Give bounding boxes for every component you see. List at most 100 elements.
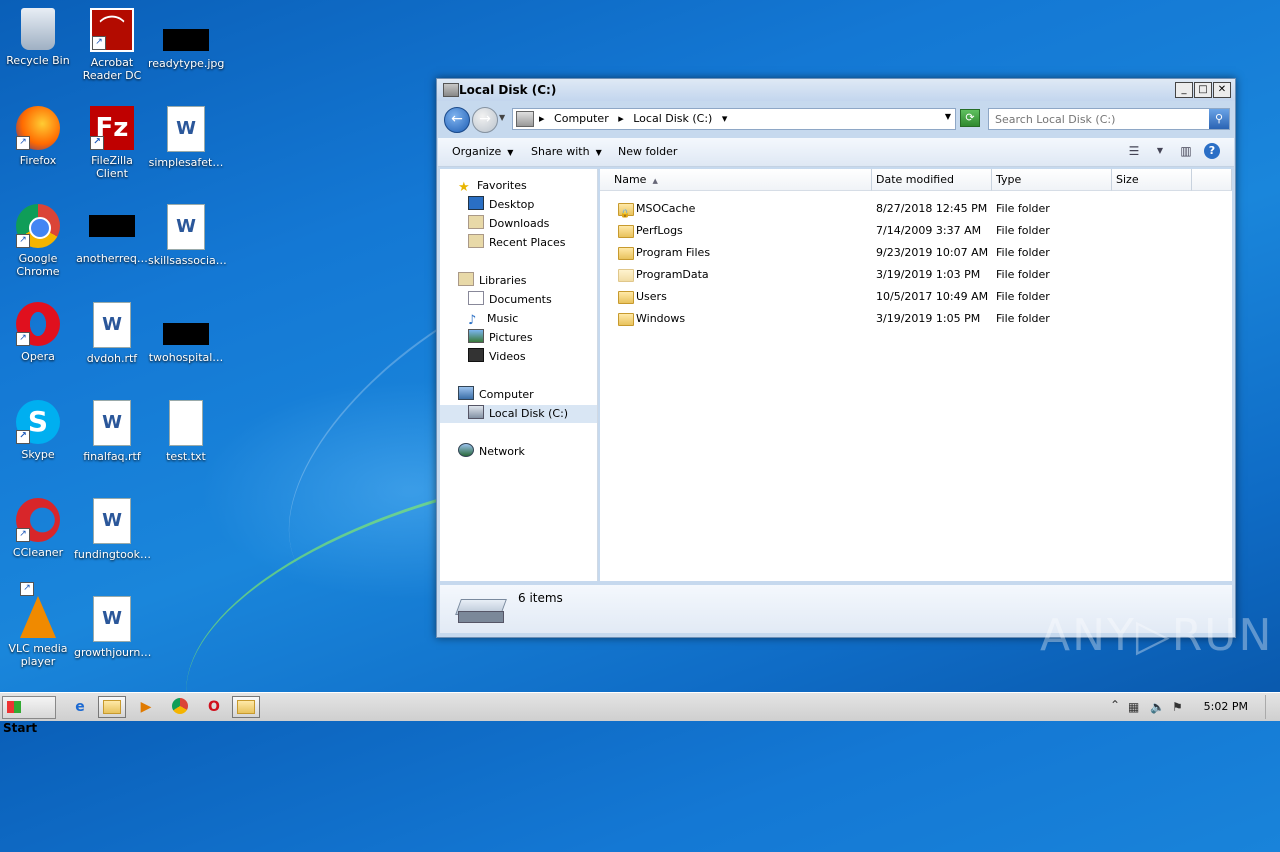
firefox-icon: ↗ bbox=[16, 106, 60, 150]
view-options-dropdown[interactable]: ▼ bbox=[1152, 144, 1168, 158]
back-button[interactable]: ← bbox=[444, 107, 470, 133]
desktop-icon-file[interactable]: W finalfaq.rtf bbox=[74, 400, 150, 463]
file-date: 10/5/2017 10:49 AM bbox=[876, 290, 989, 303]
show-desktop-button[interactable] bbox=[1265, 695, 1280, 719]
desktop-icon-file[interactable]: twohospital… bbox=[148, 302, 224, 364]
column-label: Size bbox=[1116, 173, 1139, 186]
forward-button[interactable]: → bbox=[472, 107, 498, 133]
explorer-window[interactable]: Local Disk (C:) _ □ ✕ ← → ▼ ▸ Computer ▸… bbox=[436, 78, 1236, 638]
column-header-size[interactable]: Size bbox=[1112, 169, 1192, 191]
desktop-icon bbox=[468, 196, 484, 210]
help-icon[interactable]: ? bbox=[1204, 143, 1220, 159]
watermark: ANY▷RUN bbox=[1040, 610, 1274, 661]
desktop-icon-skype[interactable]: S ↗ Skype bbox=[0, 400, 76, 461]
close-button[interactable]: ✕ bbox=[1213, 82, 1231, 98]
desktop-icon-file[interactable]: W fundingtook… bbox=[74, 498, 151, 561]
refresh-button[interactable]: ⟳ bbox=[960, 109, 980, 127]
file-name: ProgramData bbox=[636, 268, 709, 281]
address-dropdown-icon[interactable]: ▼ bbox=[945, 112, 951, 121]
file-row[interactable]: Windows 3/19/2019 1:05 PM File folder bbox=[600, 308, 1200, 330]
windows-logo-icon bbox=[7, 701, 21, 713]
breadcrumb-separator-icon[interactable]: ▸ bbox=[539, 112, 545, 125]
file-name: Users bbox=[636, 290, 667, 303]
desktop-icon-label: Skype bbox=[21, 448, 55, 461]
desktop-icon-file[interactable]: W skillsassocia… bbox=[148, 204, 227, 267]
column-header-name[interactable]: Name ▲ bbox=[600, 169, 872, 191]
maximize-button[interactable]: □ bbox=[1194, 82, 1212, 98]
opera-icon[interactable]: O bbox=[200, 696, 228, 718]
desktop-icon-filezilla[interactable]: Fz ↗ FileZilla Client bbox=[74, 106, 150, 180]
column-header-date[interactable]: Date modified bbox=[872, 169, 992, 191]
explorer-window-taskbar-button[interactable] bbox=[232, 696, 260, 718]
desktop-icon-opera[interactable]: ↗ Opera bbox=[0, 302, 76, 363]
word-document-icon: W bbox=[93, 498, 131, 544]
window-titlebar[interactable]: Local Disk (C:) _ □ ✕ bbox=[437, 79, 1235, 101]
file-row[interactable]: Program Files 9/23/2019 10:07 AM File fo… bbox=[600, 242, 1200, 264]
nav-recent-places[interactable]: Recent Places bbox=[468, 234, 566, 252]
nav-documents[interactable]: Documents bbox=[468, 291, 552, 309]
nav-desktop[interactable]: Desktop bbox=[468, 196, 534, 214]
chrome-icon: ↗ bbox=[16, 204, 60, 248]
show-hidden-icons-icon[interactable]: ⌃ bbox=[1110, 698, 1120, 712]
change-view-icon[interactable]: ☰ bbox=[1126, 144, 1142, 158]
search-icon[interactable]: ⚲ bbox=[1209, 109, 1229, 129]
search-input[interactable] bbox=[993, 111, 1207, 128]
desktop-icon-acrobat[interactable]: ⌒ ↗ Acrobat Reader DC bbox=[74, 8, 150, 82]
chrome-icon[interactable] bbox=[166, 696, 194, 718]
desktop-icon-vlc[interactable]: ↗ VLC media player bbox=[0, 582, 76, 668]
volume-icon[interactable]: 🔈 bbox=[1150, 700, 1165, 714]
new-folder-button[interactable]: New folder bbox=[618, 145, 677, 158]
nav-local-disk[interactable]: Local Disk (C:) bbox=[440, 405, 597, 423]
nav-videos[interactable]: Videos bbox=[468, 348, 526, 366]
desktop-icon-file[interactable]: W dvdoh.rtf bbox=[74, 302, 150, 365]
file-type: File folder bbox=[996, 202, 1050, 215]
desktop-icon-file[interactable]: readytype.jpg bbox=[148, 8, 224, 70]
file-row[interactable]: Users 10/5/2017 10:49 AM File folder bbox=[600, 286, 1200, 308]
file-row[interactable]: PerfLogs 7/14/2009 3:37 AM File folder bbox=[600, 220, 1200, 242]
desktop-icon-label: VLC media player bbox=[8, 642, 68, 668]
chevron-down-icon: ▼ bbox=[595, 148, 602, 157]
nav-music[interactable]: ♪ Music bbox=[468, 310, 518, 328]
nav-computer[interactable]: Computer bbox=[458, 386, 534, 404]
nav-libraries[interactable]: Libraries bbox=[458, 272, 527, 290]
file-type: File folder bbox=[996, 246, 1050, 259]
nav-label: Downloads bbox=[489, 217, 550, 230]
hidden-folder-icon bbox=[618, 269, 634, 282]
desktop-icon-chrome[interactable]: ↗ Google Chrome bbox=[0, 204, 76, 278]
breadcrumb-separator-icon[interactable]: ▸ bbox=[618, 112, 624, 125]
file-list: Name ▲ Date modified Type Size MSOCache 8… bbox=[600, 169, 1232, 581]
desktop-icon-ccleaner[interactable]: ↗ CCleaner bbox=[0, 498, 76, 559]
breadcrumb-separator-icon[interactable]: ▾ bbox=[722, 112, 728, 125]
file-row[interactable]: ProgramData 3/19/2019 1:03 PM File folde… bbox=[600, 264, 1200, 286]
preview-pane-icon[interactable]: ▥ bbox=[1178, 144, 1194, 158]
address-bar[interactable]: ▸ Computer ▸ Local Disk (C:) ▾ ▼ bbox=[512, 108, 956, 130]
column-header-type[interactable]: Type bbox=[992, 169, 1112, 191]
clock[interactable]: 5:02 PM bbox=[1204, 700, 1248, 713]
desktop-icon-file[interactable]: test.txt bbox=[148, 400, 224, 463]
desktop-icon-file[interactable]: W growthjourn… bbox=[74, 596, 151, 659]
recent-pages-dropdown[interactable]: ▼ bbox=[499, 113, 505, 122]
nav-pictures[interactable]: Pictures bbox=[468, 329, 533, 347]
windows-explorer-icon[interactable] bbox=[98, 696, 126, 718]
internet-explorer-icon[interactable]: e bbox=[66, 696, 94, 718]
desktop-icon-file[interactable]: anotherreq… bbox=[74, 204, 150, 265]
nav-downloads[interactable]: Downloads bbox=[468, 215, 549, 233]
breadcrumb-local-disk[interactable]: Local Disk (C:) bbox=[633, 112, 712, 125]
flag-icon[interactable]: ⚑ bbox=[1172, 700, 1183, 714]
file-type: File folder bbox=[996, 268, 1050, 281]
desktop-icon-label: simplesafet… bbox=[148, 156, 224, 169]
start-button[interactable]: Start bbox=[2, 696, 56, 735]
minimize-button[interactable]: _ bbox=[1175, 82, 1193, 98]
organize-button[interactable]: Organize ▼ bbox=[452, 145, 513, 158]
desktop-icon-file[interactable]: W simplesafet… bbox=[148, 106, 224, 169]
breadcrumb-computer[interactable]: Computer bbox=[554, 112, 609, 125]
desktop-icon-recycle-bin[interactable]: Recycle Bin bbox=[0, 8, 76, 67]
file-date: 8/27/2018 12:45 PM bbox=[876, 202, 988, 215]
nav-favorites[interactable]: ★ Favorites bbox=[458, 177, 527, 195]
desktop-icon-firefox[interactable]: ↗ Firefox bbox=[0, 106, 76, 167]
nav-network[interactable]: Network bbox=[458, 443, 525, 461]
media-player-icon[interactable]: ▶ bbox=[132, 696, 160, 718]
action-center-icon[interactable]: ▦ bbox=[1128, 700, 1139, 714]
share-with-button[interactable]: Share with ▼ bbox=[531, 145, 602, 158]
file-row[interactable]: MSOCache 8/27/2018 12:45 PM File folder bbox=[600, 198, 1200, 225]
